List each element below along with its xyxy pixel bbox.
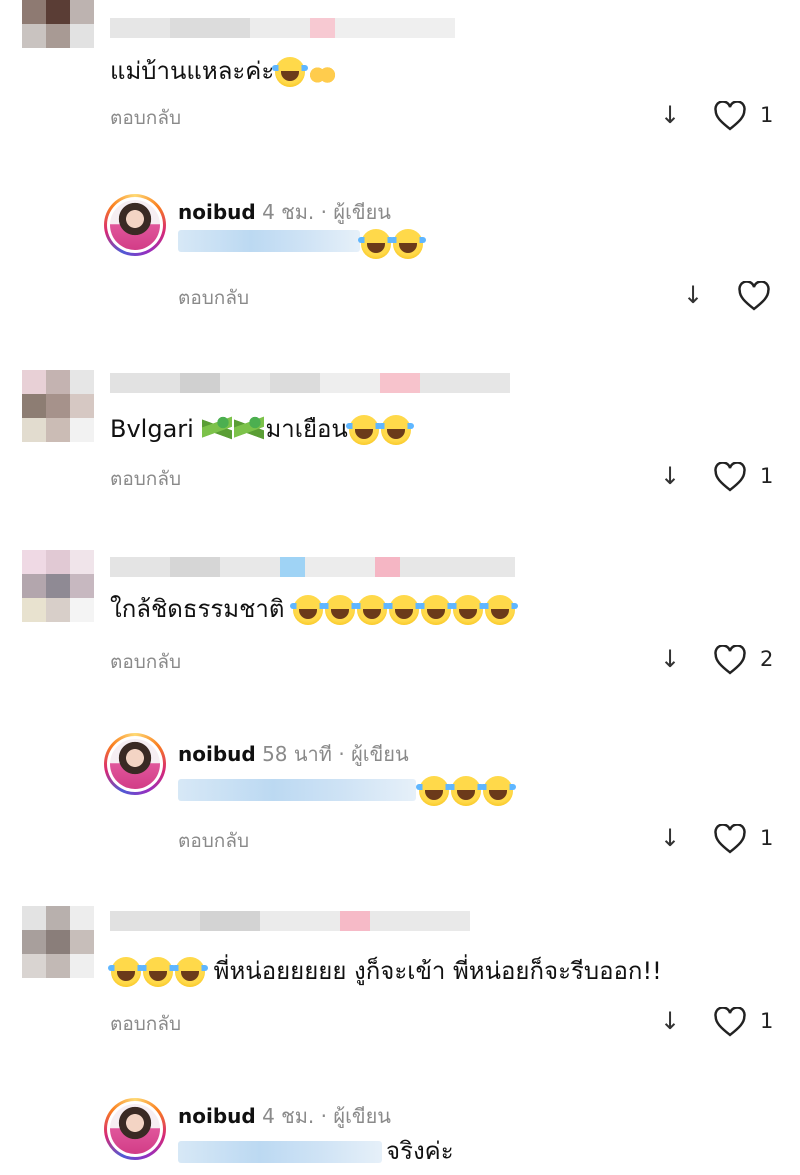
like-count: 1: [760, 464, 774, 488]
face-with-tears-of-joy-icon: [480, 776, 516, 806]
down-arrow-icon[interactable]: ↓: [660, 645, 680, 673]
username-blurred[interactable]: [110, 557, 515, 577]
like-count: 2: [760, 647, 774, 671]
username-blurred[interactable]: [110, 911, 470, 931]
comment-text: ใกล้ชิดธรรมชาติ: [110, 594, 519, 625]
reply-button[interactable]: ตอบกลับ: [110, 103, 181, 133]
face-with-tears-of-joy-icon: [354, 595, 391, 625]
avatar[interactable]: [22, 0, 94, 48]
mention-blurred[interactable]: [178, 779, 416, 801]
mention-blurred[interactable]: [178, 1141, 382, 1163]
author-badge: ผู้เขียน: [351, 742, 409, 766]
face-with-tears-of-joy-icon: [172, 957, 208, 987]
separator: ·: [338, 742, 345, 766]
face-with-tears-of-joy-icon: [140, 957, 176, 987]
reply-button[interactable]: ตอบกลับ: [110, 464, 181, 494]
author-username[interactable]: noibud: [178, 1104, 256, 1128]
down-arrow-icon[interactable]: ↓: [660, 101, 680, 129]
timestamp: 4 ชม.: [262, 200, 315, 224]
face-with-tears-of-joy-icon: [482, 595, 519, 625]
snake-icon: [234, 415, 265, 445]
comment-text: แม่บ้านแหละค่ะ: [110, 56, 338, 87]
heart-outline-icon[interactable]: [713, 462, 747, 492]
reply-button[interactable]: ตอบกลับ: [178, 283, 249, 313]
face-with-tears-of-joy-icon: [450, 595, 487, 625]
comment-text: จริงค่ะ: [386, 1137, 454, 1165]
comment-text: Bvlgari มาเยือน: [110, 414, 414, 445]
author-avatar[interactable]: [104, 194, 166, 256]
down-arrow-icon[interactable]: ↓: [660, 1007, 680, 1035]
avatar[interactable]: [22, 370, 94, 442]
comment-text: [358, 228, 426, 259]
author-avatar[interactable]: [104, 1098, 166, 1160]
face-with-tears-of-joy-icon: [416, 776, 452, 806]
heart-outline-icon[interactable]: [713, 1007, 747, 1037]
avatar[interactable]: [22, 550, 94, 622]
down-arrow-icon[interactable]: ↓: [660, 462, 680, 490]
like-count: 1: [760, 103, 774, 127]
separator: ·: [320, 200, 327, 224]
face-with-tears-of-joy-icon: [345, 415, 382, 445]
timestamp: 4 ชม.: [262, 1104, 315, 1128]
raising-hands-icon: [307, 57, 338, 87]
comment-text: พี่หน่อยยยยย งูก็จะเข้า พี่หน่อยก็จะรีบอ…: [108, 956, 662, 987]
reply-header: noibud 58 นาที · ผู้เขียน: [178, 738, 409, 770]
reply-button[interactable]: ตอบกลับ: [110, 647, 181, 677]
like-count: 1: [760, 826, 774, 850]
author-avatar[interactable]: [104, 733, 166, 795]
mention-blurred[interactable]: [178, 230, 360, 252]
down-arrow-icon[interactable]: ↓: [660, 824, 680, 852]
down-arrow-icon[interactable]: ↓: [683, 281, 703, 309]
face-with-tears-of-joy-icon: [386, 595, 423, 625]
like-count: 1: [760, 1009, 774, 1033]
comment-text: [416, 775, 516, 806]
reply-header: noibud 4 ชม. · ผู้เขียน: [178, 196, 391, 228]
face-with-tears-of-joy-icon: [108, 957, 144, 987]
snake-icon: [202, 415, 233, 445]
author-username[interactable]: noibud: [178, 742, 256, 766]
reply-button[interactable]: ตอบกลับ: [178, 826, 249, 856]
heart-outline-icon[interactable]: [713, 101, 747, 131]
author-badge: ผู้เขียน: [333, 200, 391, 224]
timestamp: 58 นาที: [262, 742, 332, 766]
username-blurred[interactable]: [110, 373, 510, 393]
heart-outline-icon[interactable]: [737, 281, 771, 311]
face-with-tears-of-joy-icon: [272, 57, 309, 87]
heart-outline-icon[interactable]: [713, 645, 747, 675]
separator: ·: [320, 1104, 327, 1128]
face-with-tears-of-joy-icon: [448, 776, 484, 806]
reply-button[interactable]: ตอบกลับ: [110, 1009, 181, 1039]
face-with-tears-of-joy-icon: [290, 595, 327, 625]
author-username[interactable]: noibud: [178, 200, 256, 224]
face-with-tears-of-joy-icon: [418, 595, 455, 625]
face-with-tears-of-joy-icon: [358, 229, 394, 259]
face-with-tears-of-joy-icon: [377, 415, 414, 445]
avatar[interactable]: [22, 906, 94, 978]
face-with-tears-of-joy-icon: [390, 229, 426, 259]
reply-header: noibud 4 ชม. · ผู้เขียน: [178, 1100, 391, 1132]
heart-outline-icon[interactable]: [713, 824, 747, 854]
username-blurred[interactable]: [110, 18, 455, 38]
face-with-tears-of-joy-icon: [322, 595, 359, 625]
author-badge: ผู้เขียน: [333, 1104, 391, 1128]
